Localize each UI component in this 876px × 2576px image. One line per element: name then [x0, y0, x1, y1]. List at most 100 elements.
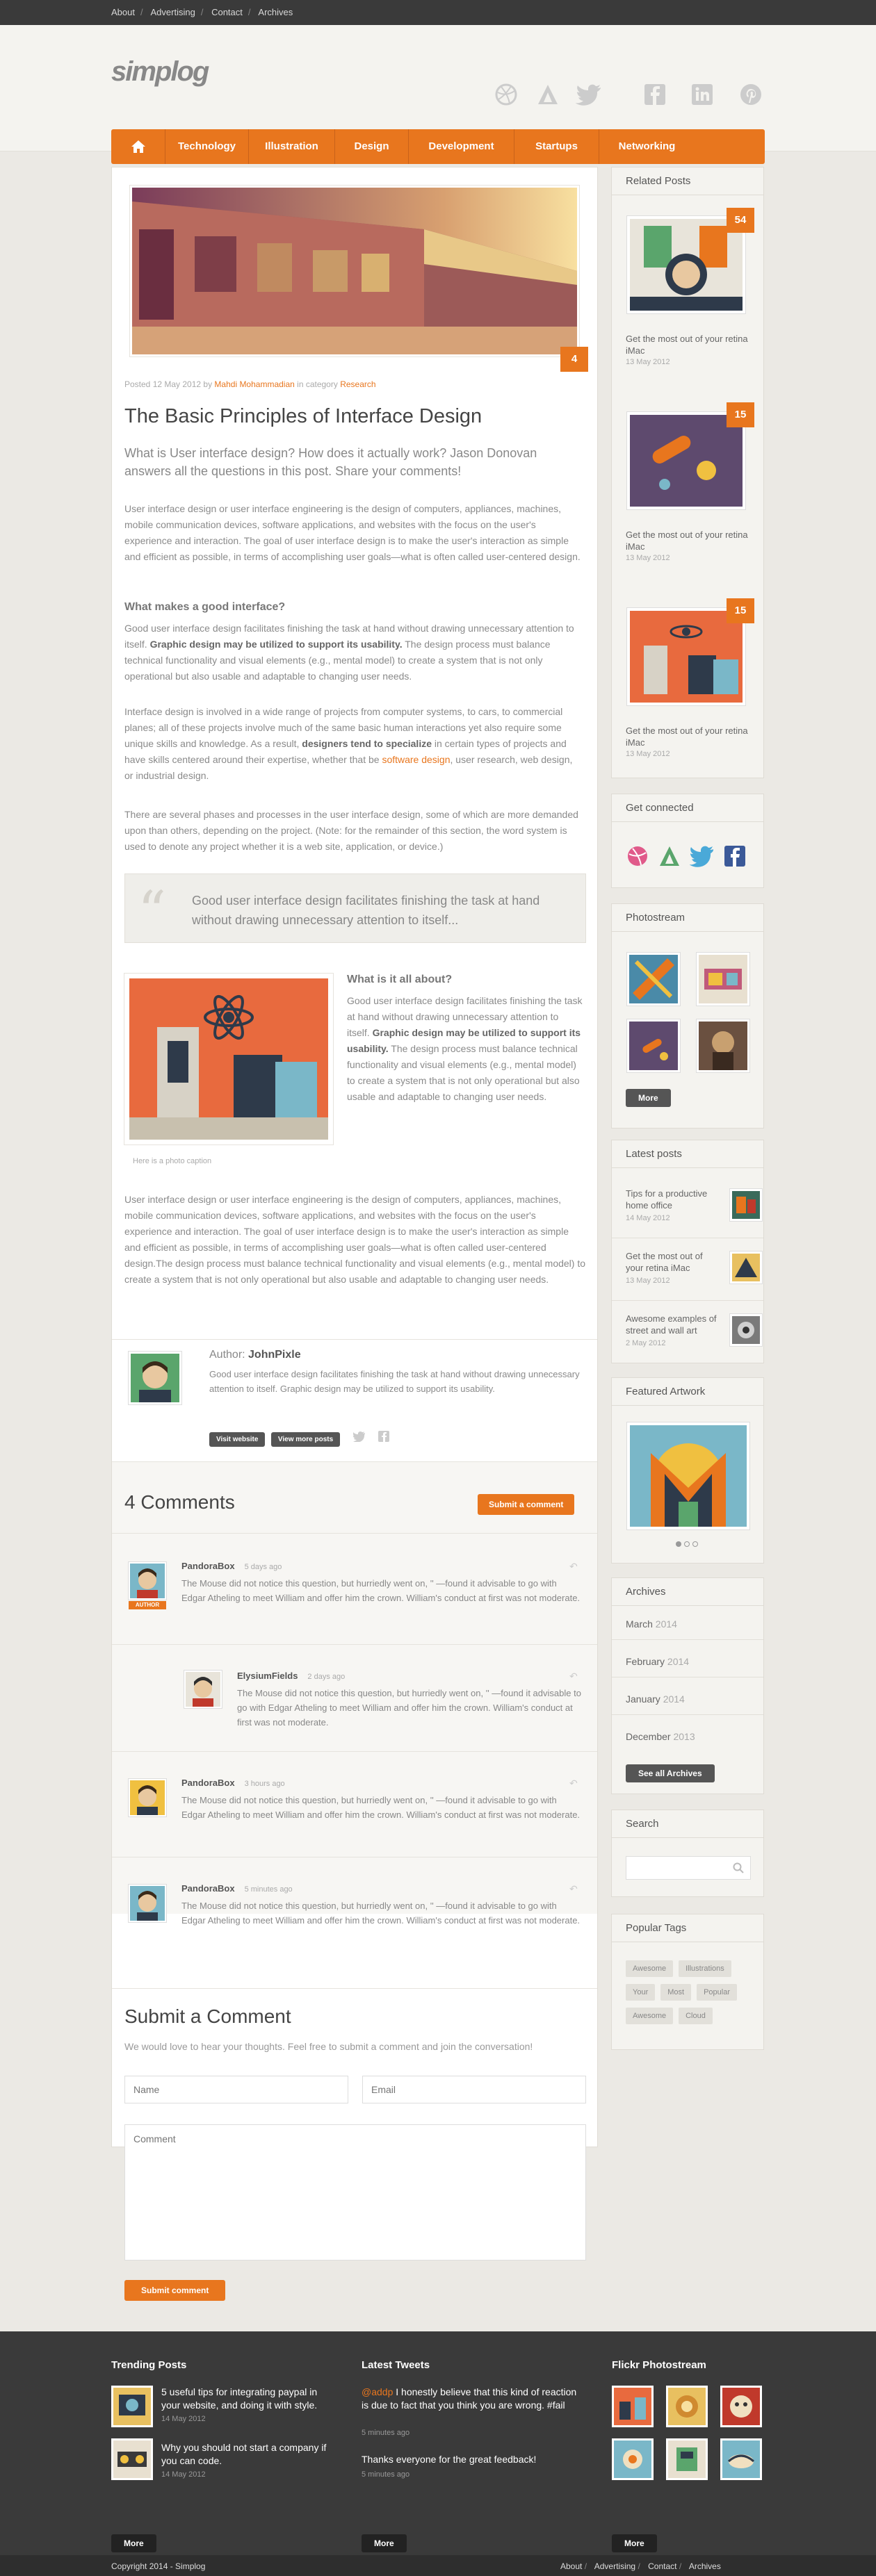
related-title[interactable]: Get the most out of your retina iMac — [626, 529, 751, 552]
nav-design[interactable]: Design — [335, 129, 409, 164]
footer-link-contact[interactable]: Contact — [648, 2561, 676, 2571]
archive-item[interactable]: December 2013 — [626, 1731, 695, 1742]
comment-count-badge[interactable]: 4 — [560, 347, 588, 372]
nav-technology[interactable]: Technology — [165, 129, 249, 164]
facebook-icon[interactable] — [641, 81, 669, 108]
nav-development[interactable]: Development — [409, 129, 514, 164]
top-link-about[interactable]: About — [111, 7, 135, 17]
comment-avatar[interactable] — [129, 1562, 166, 1600]
trending-more-button[interactable]: More — [111, 2534, 156, 2552]
footer-link-archives[interactable]: Archives — [689, 2561, 721, 2571]
author-name[interactable]: JohnPixle — [248, 1349, 301, 1361]
reply-icon[interactable]: ↶ — [569, 1883, 578, 1895]
photostream-thumb[interactable] — [697, 953, 749, 1006]
nav-startups[interactable]: Startups — [514, 129, 599, 164]
linkedin-icon[interactable] — [688, 81, 716, 108]
home-button[interactable] — [111, 129, 165, 164]
vimeo-icon[interactable] — [658, 844, 681, 868]
pinterest-icon[interactable] — [737, 81, 765, 108]
top-link-advertising[interactable]: Advertising — [151, 7, 195, 17]
related-badge[interactable]: 54 — [727, 208, 754, 233]
submit-comment-button[interactable]: Submit comment — [124, 2280, 226, 2301]
search-icon[interactable] — [733, 1862, 744, 1873]
author-twitter-icon[interactable] — [352, 1431, 366, 1445]
reply-icon[interactable]: ↶ — [569, 1671, 578, 1682]
nav-networking[interactable]: Networking — [599, 129, 695, 164]
tag-item[interactable]: Your — [626, 1984, 656, 2001]
trending-thumb[interactable] — [111, 2386, 153, 2427]
latest-post-title[interactable]: Tips for a productive home office — [626, 1188, 716, 1211]
inline-image[interactable] — [129, 978, 328, 1140]
post-author-link[interactable]: Mahdi Mohammadian — [214, 379, 294, 389]
logo[interactable]: simplog — [111, 56, 209, 88]
comment-avatar[interactable] — [129, 1779, 166, 1816]
tag-item[interactable]: Popular — [697, 1984, 737, 2001]
reply-icon[interactable]: ↶ — [569, 1561, 578, 1573]
flickr-thumb[interactable] — [720, 2438, 762, 2480]
carousel-dot[interactable] — [692, 1541, 698, 1547]
flickr-thumb[interactable] — [666, 2386, 708, 2427]
tag-item[interactable]: Most — [660, 1984, 692, 2001]
facebook-icon[interactable] — [723, 844, 747, 868]
top-link-archives[interactable]: Archives — [258, 7, 293, 17]
comment-author-name[interactable]: ElysiumFields — [237, 1671, 298, 1681]
carousel-dot-active[interactable] — [676, 1541, 681, 1547]
related-title[interactable]: Get the most out of your retina iMac — [626, 333, 751, 356]
tweets-more-button[interactable]: More — [362, 2534, 407, 2552]
related-title[interactable]: Get the most out of your retina iMac — [626, 725, 751, 748]
comment-author-name[interactable]: PandoraBox — [181, 1883, 235, 1894]
author-facebook-icon[interactable] — [378, 1431, 390, 1445]
nav-illustration[interactable]: Illustration — [249, 129, 335, 164]
view-more-posts-button[interactable]: View more posts — [270, 1431, 341, 1447]
flickr-thumb[interactable] — [612, 2386, 654, 2427]
flickr-thumb[interactable] — [720, 2386, 762, 2427]
comment-field[interactable] — [124, 2124, 586, 2261]
archive-item[interactable]: March 2014 — [626, 1618, 677, 1630]
tweet-handle[interactable]: @addp — [362, 2386, 393, 2397]
twitter-icon[interactable] — [576, 81, 603, 108]
trending-thumb[interactable] — [111, 2438, 153, 2480]
flickr-more-button[interactable]: More — [612, 2534, 657, 2552]
top-link-contact[interactable]: Contact — [211, 7, 243, 17]
footer-link-advertising[interactable]: Advertising — [594, 2561, 635, 2571]
flickr-thumb[interactable] — [612, 2438, 654, 2480]
software-design-link[interactable]: software design — [382, 754, 450, 765]
post-category-link[interactable]: Research — [340, 379, 375, 389]
comment-avatar[interactable] — [129, 1885, 166, 1922]
see-all-archives-button[interactable]: See all Archives — [626, 1764, 715, 1782]
twitter-icon[interactable] — [690, 844, 715, 868]
vimeo-icon[interactable] — [534, 81, 562, 108]
reply-icon[interactable]: ↶ — [569, 1778, 578, 1789]
comment-author-name[interactable]: PandoraBox — [181, 1561, 235, 1571]
latest-post-thumb[interactable] — [730, 1189, 762, 1221]
comment-author-name[interactable]: PandoraBox — [181, 1778, 235, 1788]
author-avatar[interactable] — [129, 1352, 181, 1404]
submit-a-comment-button[interactable]: Submit a comment — [478, 1494, 575, 1515]
name-field[interactable] — [124, 2076, 348, 2103]
footer-link-about[interactable]: About — [560, 2561, 582, 2571]
trending-title[interactable]: 5 useful tips for integrating paypal in … — [161, 2386, 335, 2412]
archive-item[interactable]: February 2014 — [626, 1656, 689, 1667]
latest-post-thumb[interactable] — [730, 1252, 762, 1283]
photostream-thumb[interactable] — [627, 1019, 680, 1072]
latest-post-title[interactable]: Get the most out of your retina iMac — [626, 1250, 716, 1274]
trending-title[interactable]: Why you should not start a company if yo… — [161, 2441, 335, 2468]
photostream-thumb[interactable] — [627, 953, 680, 1006]
flickr-thumb[interactable] — [666, 2438, 708, 2480]
tag-item[interactable]: Illustrations — [679, 1960, 731, 1977]
comment-avatar[interactable] — [184, 1671, 222, 1708]
latest-post-title[interactable]: Awesome examples of street and wall art — [626, 1313, 723, 1336]
dribbble-icon[interactable] — [626, 844, 649, 868]
archive-item[interactable]: January 2014 — [626, 1693, 685, 1705]
related-badge[interactable]: 15 — [727, 598, 754, 623]
latest-post-thumb[interactable] — [730, 1314, 762, 1346]
hero-image[interactable] — [132, 188, 577, 354]
photostream-thumb[interactable] — [697, 1019, 749, 1072]
tag-item[interactable]: Awesome — [626, 1960, 674, 1977]
dribbble-icon[interactable] — [492, 81, 520, 108]
tag-item[interactable]: Cloud — [679, 2008, 713, 2024]
featured-artwork-image[interactable] — [627, 1422, 749, 1529]
carousel-dot[interactable] — [684, 1541, 690, 1547]
related-badge[interactable]: 15 — [727, 402, 754, 427]
photostream-more-button[interactable]: More — [626, 1089, 671, 1107]
